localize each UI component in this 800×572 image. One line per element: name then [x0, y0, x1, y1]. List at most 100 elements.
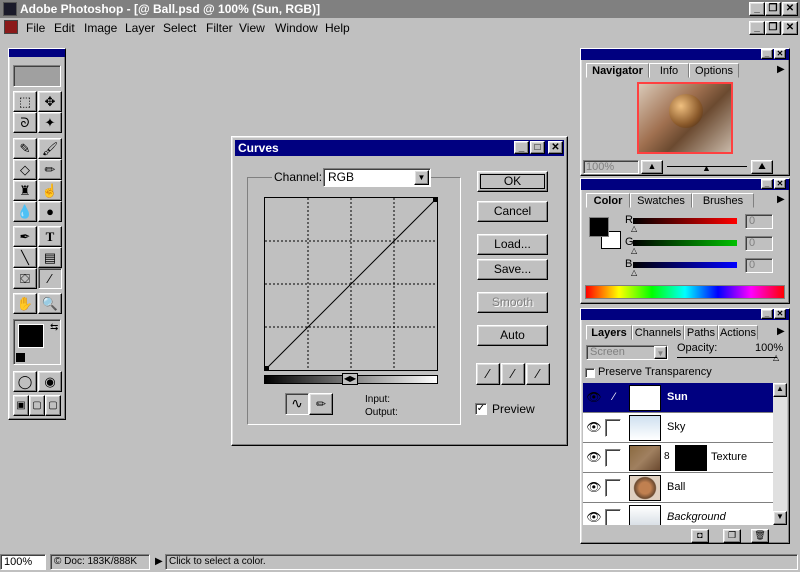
- menu-select[interactable]: Select: [163, 21, 196, 35]
- quick-mask-mode-icon[interactable]: ◉: [38, 371, 62, 392]
- menu-image[interactable]: Image: [84, 21, 117, 35]
- brush-icon[interactable]: ⁄: [605, 387, 623, 407]
- layers-scrollbar[interactable]: ▲ ▼: [773, 383, 787, 525]
- eye-icon[interactable]: 👁: [585, 507, 603, 525]
- status-arrow-icon[interactable]: ▶: [155, 556, 163, 567]
- add-mask-icon[interactable]: ◘: [691, 529, 709, 543]
- dialog-close-button[interactable]: ✕: [548, 141, 563, 154]
- save-button[interactable]: Save...: [477, 259, 548, 280]
- screen-mode-full-menu-icon[interactable]: ▢: [29, 395, 45, 416]
- eye-icon[interactable]: 👁: [585, 447, 603, 467]
- blur-tool-icon[interactable]: 💧: [13, 201, 37, 222]
- layer-row-texture[interactable]: 👁 8 Texture: [583, 443, 773, 473]
- tab-paths[interactable]: Paths: [684, 325, 718, 340]
- green-slider-handle[interactable]: △: [631, 246, 637, 255]
- menu-window[interactable]: Window: [275, 21, 318, 35]
- panel-minimize-button[interactable]: _: [761, 49, 773, 59]
- pen-tool-icon[interactable]: ✒: [13, 226, 37, 247]
- lasso-tool-icon[interactable]: ᘐ: [13, 112, 37, 133]
- minimize-button[interactable]: _: [749, 2, 765, 16]
- ok-button[interactable]: OK: [477, 171, 548, 192]
- blue-slider-handle[interactable]: △: [631, 268, 637, 277]
- smudge-tool-icon[interactable]: ☝: [38, 180, 62, 201]
- scroll-up-icon[interactable]: ▲: [773, 383, 787, 397]
- layer-row-sun[interactable]: 👁 ⁄ Sun: [583, 383, 773, 413]
- panel-menu-arrow-icon[interactable]: ▶: [777, 64, 785, 75]
- gradient-toggle-icon[interactable]: ◀▶: [342, 373, 358, 385]
- zoom-tool-icon[interactable]: 🔍: [38, 293, 62, 314]
- blue-slider[interactable]: [633, 262, 737, 268]
- navigator-zoom-field[interactable]: 100%: [583, 160, 639, 174]
- airbrush-tool-icon[interactable]: ✎: [13, 138, 37, 159]
- tab-channels[interactable]: Channels: [632, 325, 684, 340]
- link-slot[interactable]: [605, 449, 621, 467]
- marquee-tool-icon[interactable]: ⬚: [13, 91, 37, 112]
- load-button[interactable]: Load...: [477, 234, 548, 255]
- navigator-thumbnail[interactable]: [637, 82, 733, 154]
- trash-icon[interactable]: 🗑: [751, 529, 769, 543]
- foreground-color-swatch[interactable]: [589, 217, 609, 237]
- tab-info[interactable]: Info: [649, 63, 689, 78]
- doc-restore-button[interactable]: ❐: [765, 21, 781, 35]
- panel-minimize-button[interactable]: _: [761, 309, 773, 319]
- tab-swatches[interactable]: Swatches: [630, 193, 692, 208]
- zoom-out-icon[interactable]: ▲: [641, 160, 663, 174]
- black-eyedropper-icon[interactable]: ⁄: [476, 363, 500, 385]
- tab-brushes[interactable]: Brushes: [692, 193, 754, 208]
- pencil-tool-icon[interactable]: ✏: [38, 159, 62, 180]
- panel-menu-arrow-icon[interactable]: ▶: [777, 194, 785, 205]
- panel-menu-arrow-icon[interactable]: ▶: [777, 326, 785, 337]
- curves-graph[interactable]: [264, 197, 438, 371]
- preserve-transparency-checkbox[interactable]: [585, 368, 595, 378]
- blue-value-field[interactable]: 0: [745, 258, 773, 273]
- rubber-stamp-tool-icon[interactable]: ♜: [13, 180, 37, 201]
- auto-button[interactable]: Auto: [477, 325, 548, 346]
- cancel-button[interactable]: Cancel: [477, 201, 548, 222]
- eye-icon[interactable]: 👁: [585, 417, 603, 437]
- red-slider[interactable]: [633, 218, 737, 224]
- adobe-logo-icon[interactable]: [13, 65, 61, 87]
- menu-help[interactable]: Help: [325, 21, 350, 35]
- tab-layers[interactable]: Layers: [586, 325, 632, 340]
- eye-icon[interactable]: 👁: [585, 387, 603, 407]
- screen-mode-standard-icon[interactable]: ▣: [13, 395, 29, 416]
- eyedropper-tool-icon[interactable]: ⁄: [38, 268, 62, 289]
- layer-row-sky[interactable]: 👁 Sky: [583, 413, 773, 443]
- layer-row-background[interactable]: 👁 Background: [583, 503, 773, 525]
- white-eyedropper-icon[interactable]: ⁄: [526, 363, 550, 385]
- panel-close-button[interactable]: ✕: [774, 179, 786, 189]
- link-slot[interactable]: [605, 479, 621, 497]
- opacity-slider-handle[interactable]: △: [773, 353, 779, 362]
- chain-link-icon[interactable]: 8: [664, 451, 670, 462]
- move-tool-icon[interactable]: ✥: [38, 91, 62, 112]
- zoom-slider-handle[interactable]: ▲: [702, 163, 711, 173]
- close-button[interactable]: ✕: [782, 2, 798, 16]
- red-value-field[interactable]: 0: [745, 214, 773, 229]
- paint-bucket-tool-icon[interactable]: ⛋: [13, 268, 37, 289]
- green-value-field[interactable]: 0: [745, 236, 773, 251]
- eye-icon[interactable]: 👁: [585, 477, 603, 497]
- zoom-field[interactable]: 100%: [0, 554, 46, 570]
- blend-mode-select[interactable]: Screen ▼: [586, 345, 668, 360]
- doc-minimize-button[interactable]: _: [749, 21, 765, 35]
- eraser-tool-icon[interactable]: ◇: [13, 159, 37, 180]
- type-tool-icon[interactable]: T: [38, 226, 62, 247]
- line-tool-icon[interactable]: ╲: [13, 247, 37, 268]
- curve-point-black[interactable]: [265, 366, 269, 370]
- link-slot[interactable]: [605, 419, 621, 437]
- magic-wand-tool-icon[interactable]: ✦: [38, 112, 62, 133]
- new-layer-icon[interactable]: ❐: [723, 529, 741, 543]
- panel-close-button[interactable]: ✕: [774, 309, 786, 319]
- menu-edit[interactable]: Edit: [54, 21, 75, 35]
- green-slider[interactable]: [633, 240, 737, 246]
- tab-navigator[interactable]: Navigator: [586, 63, 649, 78]
- curve-tool-icon[interactable]: ∿: [285, 393, 309, 415]
- link-slot[interactable]: [605, 509, 621, 525]
- menu-view[interactable]: View: [239, 21, 265, 35]
- zoom-in-icon[interactable]: ⛰: [751, 160, 773, 174]
- tab-actions[interactable]: Actions: [718, 325, 758, 340]
- pencil-tool-icon[interactable]: ✏: [309, 393, 333, 415]
- dodge-tool-icon[interactable]: ●: [38, 201, 62, 222]
- standard-mode-icon[interactable]: ◯: [13, 371, 37, 392]
- channel-select[interactable]: RGB ▼: [323, 168, 431, 187]
